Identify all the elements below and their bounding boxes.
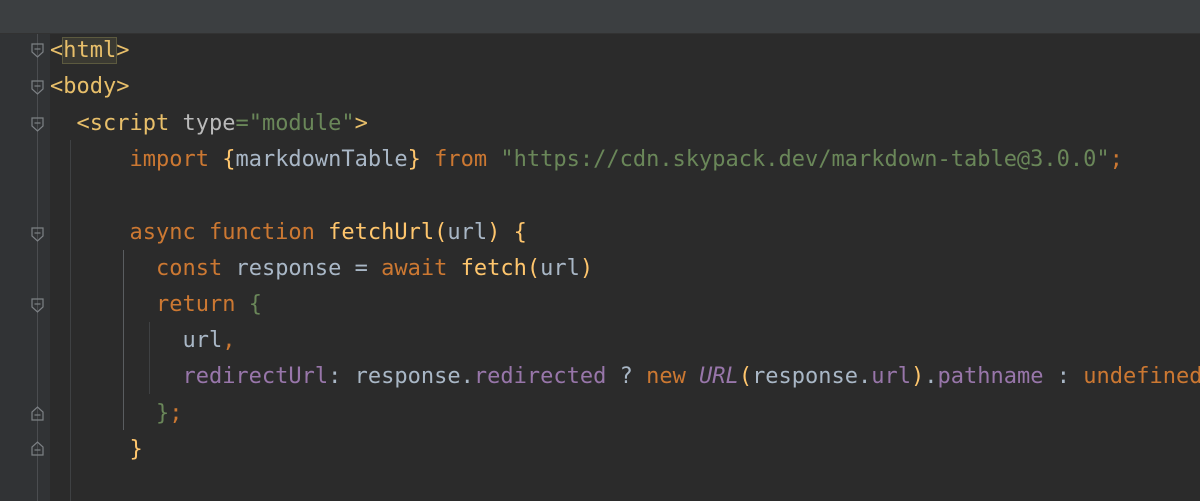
code-token: . xyxy=(460,364,474,389)
code-token: url xyxy=(447,220,488,245)
code-token: < xyxy=(50,38,64,63)
code-token: undefined xyxy=(1083,364,1200,389)
code-token: response xyxy=(235,256,355,281)
code-line-9[interactable]: url, xyxy=(50,326,235,356)
code-line-3[interactable]: <script type="module"> xyxy=(50,109,368,139)
code-token: import xyxy=(129,147,223,172)
code-token: <body> xyxy=(50,74,130,99)
fold-close-icon[interactable] xyxy=(30,440,45,457)
code-token: type xyxy=(182,111,236,136)
fold-close-icon[interactable] xyxy=(30,405,45,422)
code-token: return xyxy=(155,292,249,317)
code-token: redirectUrl xyxy=(182,364,329,389)
code-token: async function xyxy=(129,220,329,245)
code-token: new xyxy=(646,364,700,389)
code-line-11[interactable]: }; xyxy=(50,399,183,429)
code-line-7[interactable]: const response = await fetch(url) xyxy=(50,254,593,284)
code-token: . xyxy=(924,364,938,389)
code-token: { xyxy=(222,147,236,172)
code-token: ? xyxy=(606,364,647,389)
code-token: url xyxy=(540,256,580,281)
code-token: await xyxy=(381,256,461,281)
code-token: } xyxy=(129,437,143,462)
code-line-2[interactable]: <body> xyxy=(50,72,129,102)
code-line-6[interactable]: async function fetchUrl(url) { xyxy=(50,218,527,248)
code-token: ="module" xyxy=(235,111,355,136)
code-token: . xyxy=(858,364,872,389)
code-token: "https://cdn.skypack.dev/markdown-table@… xyxy=(500,147,1110,172)
code-token: ) { xyxy=(487,220,527,245)
code-token: } xyxy=(407,147,435,172)
code-token: ( xyxy=(526,256,541,281)
code-line-10[interactable]: redirectUrl: response.redirected ? new U… xyxy=(50,362,1200,392)
code-token: html xyxy=(62,37,118,64)
code-line-1[interactable]: <html> xyxy=(50,36,129,66)
code-line-8[interactable]: return { xyxy=(50,290,262,320)
code-token: { xyxy=(248,292,262,317)
fold-open-icon[interactable] xyxy=(30,42,45,59)
code-token: ( xyxy=(434,220,448,245)
fold-open-icon[interactable] xyxy=(30,79,45,96)
code-token: fetch xyxy=(460,256,527,281)
fold-open-icon[interactable] xyxy=(30,297,45,314)
code-token: : xyxy=(1043,364,1084,389)
code-line-4[interactable]: import {markdownTable} from "https://cdn… xyxy=(50,145,1123,175)
code-token: markdownTable xyxy=(235,147,408,172)
code-editor[interactable]: <html> <body> <script type="module"> imp… xyxy=(0,0,1200,501)
code-token: ) xyxy=(911,364,925,389)
code-token: const xyxy=(155,256,236,281)
code-token: redirected xyxy=(473,364,607,389)
code-token: from xyxy=(434,147,501,172)
code-token: url xyxy=(871,364,912,389)
fold-open-icon[interactable] xyxy=(30,116,45,133)
code-token: url xyxy=(182,328,223,353)
code-token: URL xyxy=(699,364,739,389)
code-token: ; xyxy=(169,401,183,426)
code-token: > xyxy=(354,111,368,136)
code-token: = xyxy=(354,256,382,281)
code-token: ) xyxy=(579,256,594,281)
code-token: ; xyxy=(1109,147,1123,172)
code-token: response xyxy=(354,364,461,389)
code-token: : xyxy=(328,364,355,389)
code-token: } xyxy=(155,401,170,426)
code-token: fetchUrl xyxy=(328,220,435,245)
code-token: response xyxy=(752,364,859,389)
fold-open-icon[interactable] xyxy=(30,226,45,243)
code-token: , xyxy=(222,328,236,353)
code-line-12[interactable]: } xyxy=(50,435,143,465)
code-token: > xyxy=(116,38,130,63)
code-token: pathname xyxy=(937,364,1044,389)
code-token: <script xyxy=(76,111,183,136)
code-token: ( xyxy=(738,364,753,389)
